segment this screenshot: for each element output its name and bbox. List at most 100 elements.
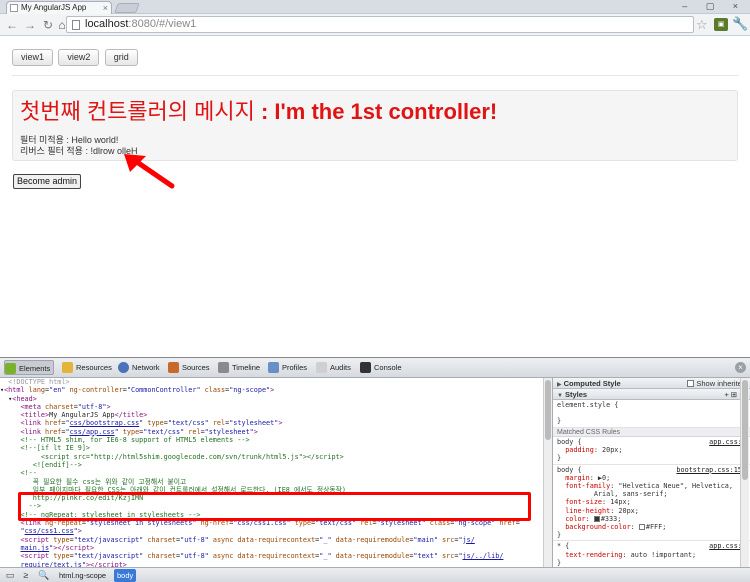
tab-profiles[interactable]: Profiles [268,360,307,375]
computed-style-header[interactable]: ▶ Computed Style Show inherited [553,378,750,389]
scrollbar-thumb[interactable] [742,380,748,480]
matched-rules-header: Matched CSS Rules [553,428,750,437]
dom-line[interactable]: ▾<head> [0,395,543,403]
css-property[interactable]: padding [565,446,594,454]
browser-tab[interactable]: My AngularJS App × [6,1,112,14]
devtools-panel: Elements Resources Network Sources Timel… [0,357,750,582]
css-property[interactable]: text-rendering [565,551,622,559]
page-content: view1 view2 grid 첫번째 컨트롤러의 메시지 : I'm the… [0,37,750,357]
headline-korean: 첫번째 컨트롤러의 메시지 [20,99,255,124]
address-bar[interactable]: localhost:8080/#/view1 [66,16,694,33]
tab-label: Sources [182,363,210,372]
collapsed-triangle-icon: ▶ [557,382,562,388]
css-property[interactable]: line-height [565,507,610,515]
css-property[interactable]: font-size [565,498,602,506]
console-icon [360,362,371,373]
reverse-filtered-text: 리버스 필터 적용 : !dlrow olleH [20,146,138,156]
dom-line[interactable]: <!--[if lt IE 9]> [0,444,543,452]
dom-line[interactable]: <script src="http://html5shim.googlecode… [0,453,543,461]
breadcrumb-body[interactable]: body [114,569,137,582]
tab-console[interactable]: Console [360,360,402,375]
tab-network[interactable]: Network [118,360,160,375]
css-value[interactable]: 20px; [602,446,622,454]
scrollbar-thumb[interactable] [545,380,551,440]
url-host: localhost [85,18,129,30]
bookmark-star-icon[interactable]: ☆ [696,17,708,33]
forward-arrow-icon[interactable]: → [22,17,38,33]
back-arrow-icon[interactable]: ← [4,17,20,33]
css-rule-app-6[interactable]: body { app.css:6 padding: 20px;} [553,437,750,465]
extension-icon[interactable]: ▣ [714,18,728,31]
view1-button[interactable]: view1 [12,49,54,66]
breadcrumb-html[interactable]: html.ng-scope [56,569,109,582]
css-value[interactable]: "Helvetica Neue", Helvetica, [618,482,733,490]
tab-resources[interactable]: Resources [62,360,112,375]
dom-line[interactable]: <link href="css/bootstrap.css" type="tex… [0,419,543,427]
new-tab-button[interactable] [114,3,140,13]
rule-source-link[interactable]: bootstrap.css:159 [676,466,746,474]
network-icon [118,362,129,373]
page-favicon-icon [10,4,18,12]
view2-button[interactable]: view2 [58,49,100,66]
dom-line[interactable]: <link href="css/app.css" type="text/css"… [0,428,543,436]
show-inherited-toggle[interactable]: Show inherited [687,378,746,389]
tab-label: Network [132,363,160,372]
dom-line[interactable]: <!-- [0,469,543,477]
css-rule-bootstrap-159[interactable]: body { bootstrap.css:159 margin: ▶0; fon… [553,465,750,542]
dom-line[interactable]: <meta charset="utf-8"> [0,403,543,411]
color-swatch[interactable] [593,515,600,522]
inspect-search-icon[interactable]: 🔍 [38,570,50,581]
dom-line[interactable]: main.js"></script> [0,544,543,552]
close-devtools-icon[interactable]: × [735,362,746,373]
css-value[interactable]: #FFF; [646,523,666,531]
element-style-rule[interactable]: element.style {} [553,400,750,428]
grid-button[interactable]: grid [104,49,138,66]
css-value-continued[interactable]: Arial, sans-serif; [594,490,668,498]
devtools-statusbar: ▭ ≥ 🔍 html.ng-scope body [0,567,750,582]
view-nav: view1 view2 grid [12,49,140,66]
dom-line[interactable]: "css/css1.css"> [0,527,543,535]
dom-tree[interactable]: <!DOCTYPE html> ▾<html lang="en" ng-cont… [0,378,543,567]
dom-line[interactable]: <!-- HTML5 shim, for IE6-8 support of HT… [0,436,543,444]
dom-line[interactable]: 꼭 필요한 필수 css는 위와 같이 고정해서 붙이고 [0,478,543,486]
browser-tab-title: My AngularJS App [21,3,87,12]
tab-sources[interactable]: Sources [168,360,210,375]
tab-elements[interactable]: Elements [4,360,55,375]
css-rule-app-2[interactable]: * { app.css:2 text-rendering: auto !impo… [553,541,750,567]
tab-timeline[interactable]: Timeline [218,360,260,375]
dom-line[interactable]: ▾<html lang="en" ng-controller="CommonCo… [0,386,543,394]
css-property[interactable]: margin [565,474,590,482]
css-value[interactable]: 14px; [610,498,630,506]
tab-label: Resources [76,363,112,372]
css-value[interactable]: auto !important; [631,551,696,559]
dom-tree-scrollbar[interactable] [543,378,552,567]
tab-label: Profiles [282,363,308,372]
console-drawer-icon[interactable]: ≥ [20,570,32,581]
css-value[interactable]: 20px; [618,507,638,515]
dock-icon[interactable]: ▭ [4,570,16,581]
color-swatch[interactable] [638,524,645,531]
dom-line[interactable]: <script type="text/javascript" charset="… [0,536,543,544]
tab-label: Timeline [232,363,261,372]
profiles-icon [268,362,279,373]
become-admin-button[interactable]: Become admin [13,174,82,189]
styles-header[interactable]: ▼ Styles + ⊞ ⚙ [553,389,750,400]
page-icon [72,20,80,30]
sidebar-scrollbar[interactable] [740,378,749,567]
css-property[interactable]: color [565,515,585,523]
dom-line[interactable]: <script type="text/javascript" charset="… [0,552,543,560]
dom-line[interactable]: <![endif]--> [0,461,543,469]
window-controls[interactable]: ‒ ▢ × [682,1,746,12]
wrench-menu-icon[interactable]: 🔧 [732,16,748,32]
annotation-highlight-box [18,492,531,521]
tab-audits[interactable]: Audits [316,360,351,375]
css-value[interactable]: #333; [601,515,621,523]
close-tab-icon[interactable]: × [103,2,108,14]
dom-line[interactable]: <title>My AngularJS App</title> [0,411,543,419]
rule-selector: * { [557,542,570,551]
css-value[interactable]: 0; [602,474,610,482]
dom-line[interactable]: <!DOCTYPE html> [0,378,543,386]
css-property[interactable]: font-family [565,482,610,490]
css-property[interactable]: background-color [565,523,630,531]
checkbox-icon[interactable] [687,380,695,387]
